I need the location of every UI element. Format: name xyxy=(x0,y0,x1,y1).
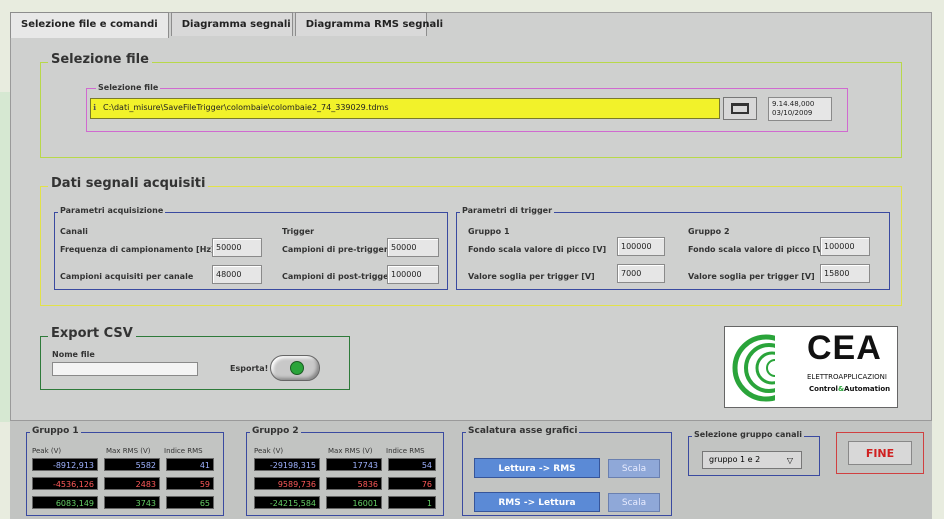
gruppo1-title: Gruppo 1 xyxy=(30,426,81,436)
dati-title: Dati segnali acquisiti xyxy=(48,176,209,191)
cea-logo: CEA ELETTROAPPLICAZIONI Control&Automati… xyxy=(724,326,898,408)
rms-idx-cell: 1 xyxy=(388,496,436,509)
gruppo-select[interactable]: gruppo 1 e 2 ▽ xyxy=(702,451,802,469)
g2-header-peak: Peak (V) xyxy=(254,447,284,455)
g1-soglia-label: Valore soglia per trigger [V] xyxy=(468,272,595,281)
nome-file-input[interactable] xyxy=(52,362,198,376)
swirl-icon xyxy=(732,333,801,403)
rms-peak-cell: -24215,584 xyxy=(254,496,320,509)
lettura-rms-button[interactable]: Lettura -> RMS xyxy=(474,458,600,478)
g2-soglia-input[interactable]: 15800 xyxy=(820,264,870,283)
g2-soglia-label: Valore soglia per trigger [V] xyxy=(688,272,815,281)
rms-max-cell: 2483 xyxy=(104,477,160,490)
file-path-input[interactable]: ℹ C:\dati_misure\SaveFileTrigger\colomba… xyxy=(90,98,720,119)
g2-header-idx: Indice RMS xyxy=(386,447,425,455)
gruppo2-title: Gruppo 2 xyxy=(250,426,301,436)
freq-input[interactable]: 50000 xyxy=(212,238,262,257)
g2-fondo-input[interactable]: 100000 xyxy=(820,237,870,256)
g1-soglia-input[interactable]: 7000 xyxy=(617,264,665,283)
campioni-label: Campioni acquisiti per canale xyxy=(60,272,194,281)
logo-control: Control xyxy=(809,385,838,393)
g1-header-max: Max RMS (V) xyxy=(106,447,151,455)
rms-max-cell: 17743 xyxy=(326,458,382,471)
pre-trigger-label: Campioni di pre-trigger xyxy=(282,245,388,254)
tab-selezione-file[interactable]: Selezione file e comandi xyxy=(10,12,169,38)
g1-header-peak: Peak (V) xyxy=(32,447,62,455)
nome-file-label: Nome file xyxy=(52,350,95,359)
rms-peak-cell: 9589,736 xyxy=(254,477,320,490)
esporta-button[interactable] xyxy=(270,355,320,381)
timestamp-display: 9.14.48,000 03/10/2009 xyxy=(768,97,832,121)
rms-peak-cell: -8912,913 xyxy=(32,458,98,471)
export-title: Export CSV xyxy=(48,326,136,341)
file-selection-title: Selezione file xyxy=(48,52,152,67)
g2-fondo-label: Fondo scala valore di picco [V] xyxy=(688,245,827,254)
post-trigger-label: Campioni di post-trigger xyxy=(282,272,393,281)
esporta-label: Esporta! xyxy=(230,364,269,373)
browse-button[interactable] xyxy=(723,97,757,120)
logo-brand: CEA xyxy=(807,329,882,367)
logo-automation: Automation xyxy=(844,385,891,393)
rms-max-cell: 3743 xyxy=(104,496,160,509)
logo-line1: ELETTROAPPLICAZIONI xyxy=(807,373,887,381)
freq-label: Frequenza di campionamento [Hz] xyxy=(60,245,215,254)
pre-trigger-input[interactable]: 50000 xyxy=(387,238,439,257)
rms-peak-cell: -4536,126 xyxy=(32,477,98,490)
rms-idx-cell: 41 xyxy=(166,458,214,471)
g2-label: Gruppo 2 xyxy=(688,227,730,236)
rms-lettura-button[interactable]: RMS -> Lettura xyxy=(474,492,600,512)
g1-header-idx: Indice RMS xyxy=(164,447,203,455)
play-led-icon xyxy=(290,361,304,375)
file-path-label: Selezione file xyxy=(96,83,161,92)
g1-label: Gruppo 1 xyxy=(468,227,510,236)
scalatura-title: Scalatura asse grafici xyxy=(466,426,580,436)
params-title: Parametri acquisizione xyxy=(58,206,166,215)
scala-button-2[interactable]: Scala xyxy=(608,493,660,512)
date-value: 03/10/2009 xyxy=(772,109,813,117)
trigger-label: Trigger xyxy=(282,227,315,236)
rms-max-cell: 16001 xyxy=(326,496,382,509)
rms-peak-cell: -29198,315 xyxy=(254,458,320,471)
scala-button-1[interactable]: Scala xyxy=(608,459,660,478)
rms-idx-cell: 59 xyxy=(166,477,214,490)
path-prefix-icon: ℹ xyxy=(93,103,97,112)
fine-button[interactable]: FINE xyxy=(848,441,912,465)
file-path-value: C:\dati_misure\SaveFileTrigger\colombaie… xyxy=(103,103,389,112)
rms-idx-cell: 65 xyxy=(166,496,214,509)
selezione-gruppo-title: Selezione gruppo canali xyxy=(692,430,804,439)
time-value: 9.14.48,000 xyxy=(772,100,815,108)
rms-max-cell: 5836 xyxy=(326,477,382,490)
g1-fondo-label: Fondo scala valore di picco [V] xyxy=(468,245,607,254)
logo-line2: Control&Automation xyxy=(809,385,890,393)
canali-label: Canali xyxy=(60,227,88,236)
folder-open-icon xyxy=(731,103,749,114)
rms-max-cell: 5582 xyxy=(104,458,160,471)
rms-idx-cell: 76 xyxy=(388,477,436,490)
chevron-down-icon: ▽ xyxy=(786,456,793,465)
tab-diagramma-segnali[interactable]: Diagramma segnali xyxy=(170,12,293,36)
rms-peak-cell: 6083,149 xyxy=(32,496,98,509)
tab-bar: Selezione file e comandi Diagramma segna… xyxy=(10,12,443,38)
post-trigger-input[interactable]: 100000 xyxy=(387,265,439,284)
gruppo-select-value: gruppo 1 e 2 xyxy=(709,455,761,464)
campioni-input[interactable]: 48000 xyxy=(212,265,262,284)
trigger-params-title: Parametri di trigger xyxy=(460,206,555,215)
tab-diagramma-rms[interactable]: Diagramma RMS segnali xyxy=(294,12,443,36)
g1-fondo-input[interactable]: 100000 xyxy=(617,237,665,256)
rms-idx-cell: 54 xyxy=(388,458,436,471)
g2-header-max: Max RMS (V) xyxy=(328,447,373,455)
